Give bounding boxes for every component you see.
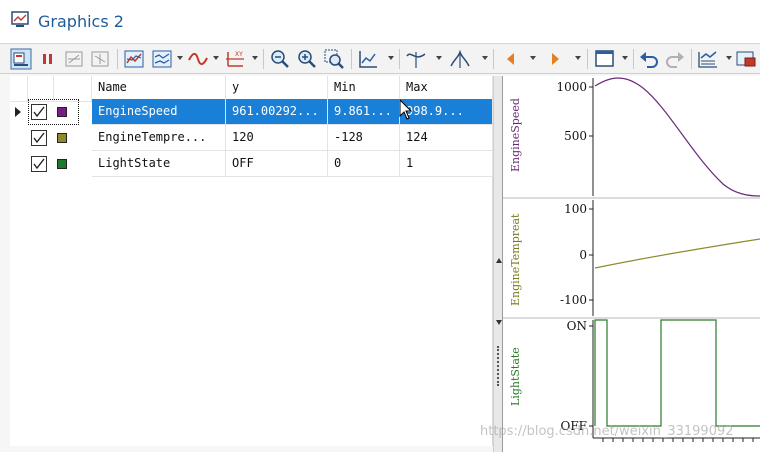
chart-dropdown[interactable] [388,56,394,60]
svg-text:XY: XY [235,51,243,58]
current-row-arrow-icon [15,107,21,117]
toolbar: XY [0,44,760,74]
zoom-in-icon[interactable] [296,48,318,70]
grid-view-icon[interactable] [10,48,32,70]
signal-row-enginetemperature[interactable]: EngineTempre... 120 -128 124 [10,125,493,151]
cell-y[interactable]: 961.00292... [226,99,328,125]
cell-y[interactable]: OFF [226,151,328,177]
toolbar-separator [587,49,588,69]
row-checkbox[interactable] [31,156,47,172]
window-title: Graphics 2 [38,12,124,31]
plot-label-enginetemperature: EngineTempreat [509,213,522,306]
cursor-icon[interactable] [405,48,427,70]
axis-dropdown[interactable] [252,56,258,60]
curve-style-dropdown[interactable] [213,56,219,60]
zoom-out-icon[interactable] [269,48,291,70]
cell-min[interactable]: 9.861... [328,99,400,125]
chart-icon[interactable] [357,48,379,70]
settings-icon[interactable] [697,48,719,70]
enginetemperature-curve [594,238,760,269]
previous-icon[interactable] [500,48,522,70]
curve-style-icon[interactable] [187,48,209,70]
row-color-swatch[interactable] [57,133,67,143]
plot-area: EngineSpeed 1000 500 EngineTempreat 100 … [503,76,760,452]
tick-label: ON [567,319,587,333]
cell-y[interactable]: 120 [226,125,328,151]
row-indicator [10,125,28,151]
cell-name[interactable]: EngineTempre... [92,125,226,151]
toolbar-separator [633,49,634,69]
tick-label: 0 [579,248,587,262]
tick-label: 1000 [556,80,587,94]
row-color-swatch[interactable] [57,159,67,169]
tick-label: 100 [564,202,587,216]
zoom-box-icon[interactable] [323,48,345,70]
cursor-dropdown[interactable] [436,56,442,60]
mouse-pointer-icon [399,99,413,120]
plot-label-lightstate: LightState [509,347,522,406]
panel-splitter[interactable] [493,76,503,452]
fit-y-icon[interactable] [89,48,111,70]
signal-layout-icon[interactable] [151,48,173,70]
plot-label-enginespeed: EngineSpeed [509,98,522,172]
plot-enginespeed[interactable]: EngineSpeed 1000 500 [509,77,760,197]
window-dropdown[interactable] [622,56,628,60]
splitter-grip[interactable] [497,346,499,386]
cell-max[interactable]: 1 [400,151,493,177]
undo-icon[interactable] [638,48,660,70]
row-indicator [10,151,28,177]
graphics-window: Graphics 2 XY Name y Min Max EngineSpeed… [0,0,760,452]
lightstate-curve [594,319,760,427]
cell-min[interactable]: -128 [328,125,400,151]
fit-x-icon[interactable] [63,48,85,70]
cell-name[interactable]: LightState [92,151,226,177]
row-checkbox[interactable] [31,104,47,120]
toolbar-separator [263,49,264,69]
toolbar-separator [691,49,692,69]
title-bar: Graphics 2 [0,0,760,44]
collapse-down-icon[interactable] [496,320,502,325]
toolbar-separator [117,49,118,69]
watermark: https://blog.csdn.net/weixin_33199092 [480,424,734,439]
export-icon[interactable] [735,48,757,70]
toolbar-separator [493,49,494,69]
next-icon[interactable] [544,48,566,70]
toolbar-separator [399,49,400,69]
enginespeed-curve [594,77,760,197]
cell-max[interactable]: 998.9... [400,99,493,125]
plot-enginetemperature[interactable]: EngineTempreat 100 0 -100 [509,200,760,316]
cell-max[interactable]: 124 [400,125,493,151]
marker-icon[interactable] [449,48,471,70]
signal-grid: Name y Min Max EngineSpeed 961.00292... … [10,76,493,446]
redo-icon[interactable] [664,48,686,70]
previous-dropdown[interactable] [530,56,536,60]
collapse-up-icon[interactable] [496,258,502,263]
cell-name[interactable]: EngineSpeed [92,99,226,125]
toolbar-separator [351,49,352,69]
graphics-window-icon [11,11,31,29]
settings-dropdown[interactable] [726,56,732,60]
cell-min[interactable]: 0 [328,151,400,177]
row-checkbox[interactable] [31,130,47,146]
next-dropdown[interactable] [575,56,581,60]
marker-dropdown[interactable] [482,56,488,60]
axis-icon[interactable]: XY [224,48,246,70]
tick-label: 500 [564,129,587,143]
row-indicator [10,99,28,125]
autoscale-icon[interactable] [123,48,145,70]
signal-row-lightstate[interactable]: LightState OFF 0 1 [10,151,493,177]
window-icon[interactable] [594,48,616,70]
signal-row-enginespeed[interactable]: EngineSpeed 961.00292... 9.861... 998.9.… [10,99,493,125]
stop-icon[interactable] [37,48,59,70]
signal-layout-dropdown[interactable] [177,56,183,60]
row-color-swatch[interactable] [57,107,67,117]
tick-label: -100 [560,293,587,307]
